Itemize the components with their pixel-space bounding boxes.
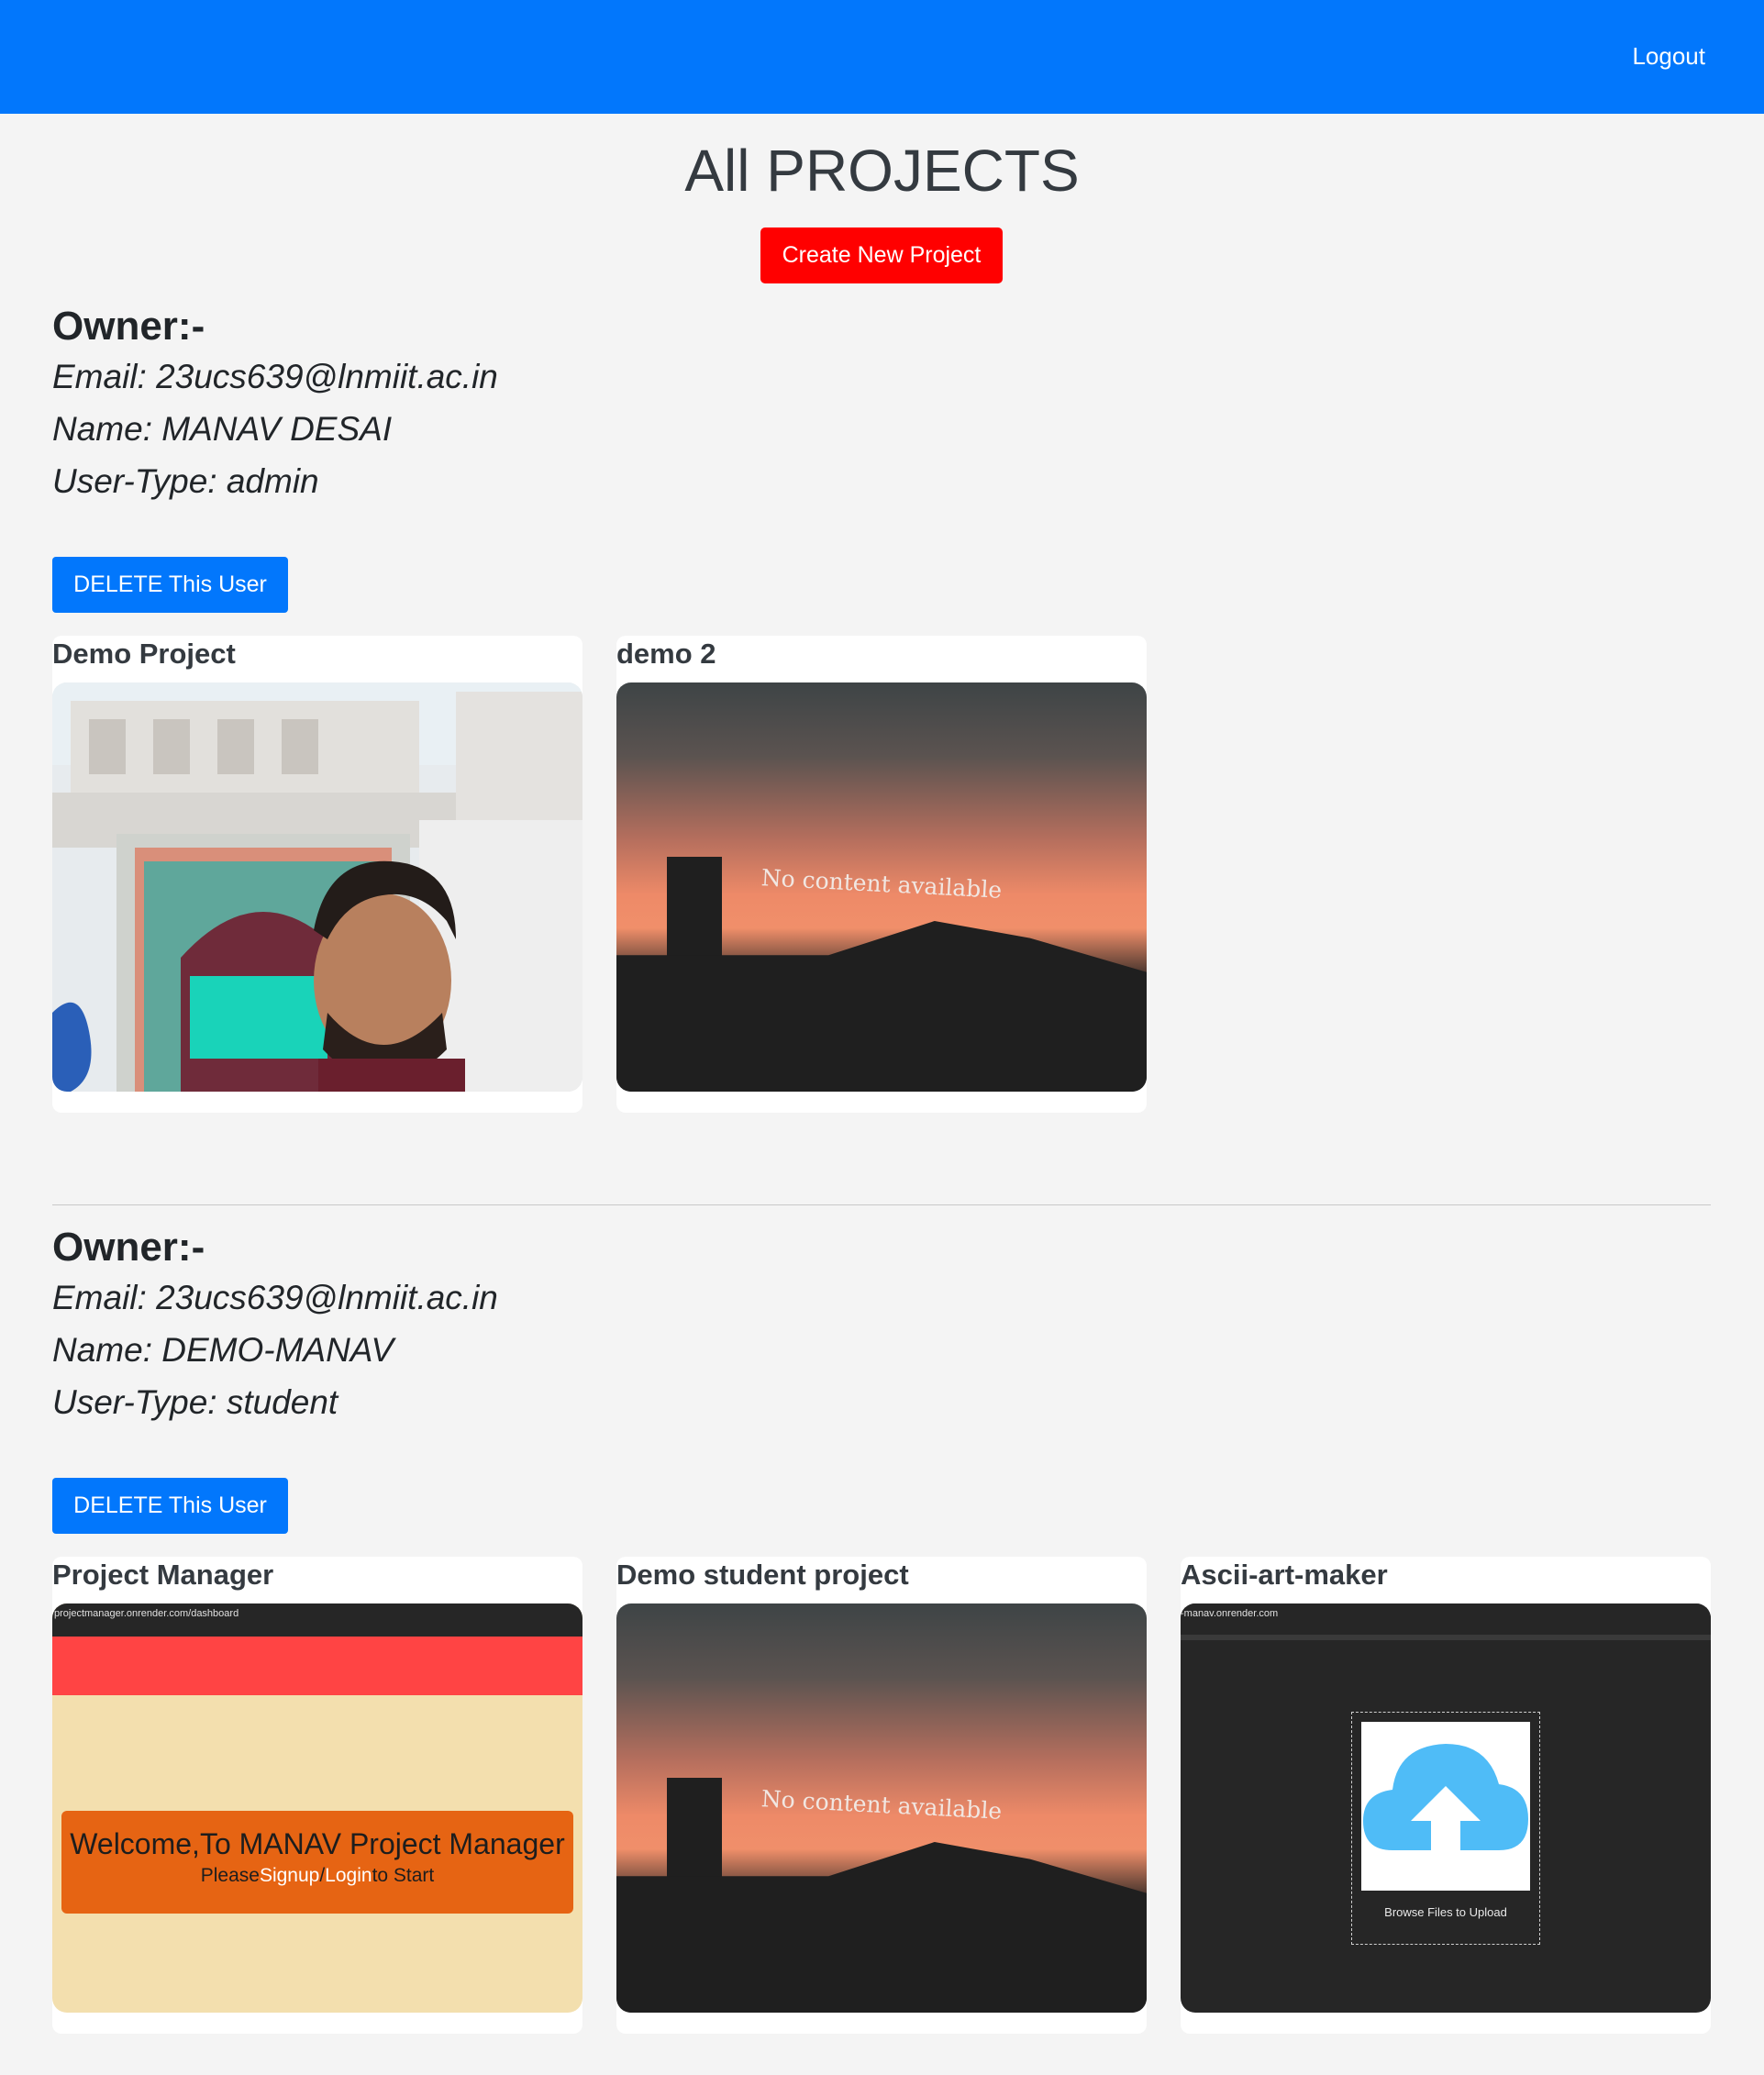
create-new-project-button[interactable]: Create New Project <box>760 227 1003 283</box>
project-thumbnail: projectmanager.onrender.com/dashboard We… <box>52 1603 582 2013</box>
owner-name: Name: DEMO-MANAV <box>52 1331 394 1369</box>
section-divider <box>52 1204 1711 1205</box>
login-link: Login <box>325 1865 372 1886</box>
browser-url: -manav.onrender.com <box>1181 1608 1279 1619</box>
signup-link: Signup <box>259 1865 320 1886</box>
project-title: demo 2 <box>616 638 716 670</box>
owner-email: Email: 23ucs639@lnmiit.ac.in <box>52 1279 498 1316</box>
project-thumbnail: -manav.onrender.com Browse Files to Uplo… <box>1181 1603 1711 2013</box>
project-title: Ascii-art-maker <box>1181 1559 1388 1591</box>
owner-user-type: User-Type: student <box>52 1383 338 1421</box>
to-start-text: to Start <box>372 1865 435 1886</box>
upload-dropzone: Browse Files to Upload <box>1351 1712 1540 1945</box>
upload-icon <box>1361 1722 1530 1891</box>
project-card[interactable]: Demo student project No content availabl… <box>616 1557 1147 2034</box>
browser-url-bar: -manav.onrender.com <box>1181 1603 1711 1640</box>
project-thumbnail: No content available <box>616 1603 1147 2013</box>
upload-label: Browse Files to Upload <box>1384 1905 1507 1919</box>
owner-user-type: User-Type: admin <box>52 462 319 500</box>
please-text: Please <box>200 1865 260 1886</box>
welcome-subtext: PleaseSignup/Loginto Start <box>61 1862 573 1890</box>
owner-section: Owner:- Email: 23ucs639@lnmiit.ac.in Nam… <box>52 303 1711 1113</box>
delete-user-button[interactable]: DELETE This User <box>52 557 288 613</box>
owner-section: Owner:- Email: 23ucs639@lnmiit.ac.in Nam… <box>52 1224 1711 2034</box>
logout-link[interactable]: Logout <box>1632 42 1705 71</box>
welcome-text: Welcome,To MANAV Project Manager <box>70 1827 565 1860</box>
project-card[interactable]: Ascii-art-maker -manav.onrender.com Brow… <box>1181 1557 1711 2034</box>
page-title: All PROJECTS <box>684 138 1080 204</box>
project-thumbnail <box>52 682 582 1092</box>
project-card[interactable]: Project Manager projectmanager.onrender.… <box>52 1557 582 2034</box>
browser-url: projectmanager.onrender.com/dashboard <box>54 1608 239 1619</box>
owner-heading: Owner:- <box>52 304 205 349</box>
browser-url-bar: projectmanager.onrender.com/dashboard <box>52 1603 582 1637</box>
top-navbar: Logout <box>0 0 1764 114</box>
project-thumbnail: No content available <box>616 682 1147 1092</box>
owner-name: Name: MANAV DESAI <box>52 410 393 448</box>
welcome-banner: Welcome,To MANAV Project Manager PleaseS… <box>61 1811 573 1914</box>
project-title: Demo Project <box>52 638 236 670</box>
project-card[interactable]: Demo Project <box>52 636 582 1113</box>
project-card[interactable]: demo 2 No content available <box>616 636 1147 1113</box>
selfie-photo <box>52 682 582 1092</box>
project-title: Demo student project <box>616 1559 909 1591</box>
project-title: Project Manager <box>52 1559 274 1591</box>
cloud-upload-icon <box>1363 1744 1528 1850</box>
app-header-bar <box>52 1637 582 1695</box>
owner-email: Email: 23ucs639@lnmiit.ac.in <box>52 358 498 395</box>
delete-user-button[interactable]: DELETE This User <box>52 1478 288 1534</box>
owner-heading: Owner:- <box>52 1225 205 1270</box>
